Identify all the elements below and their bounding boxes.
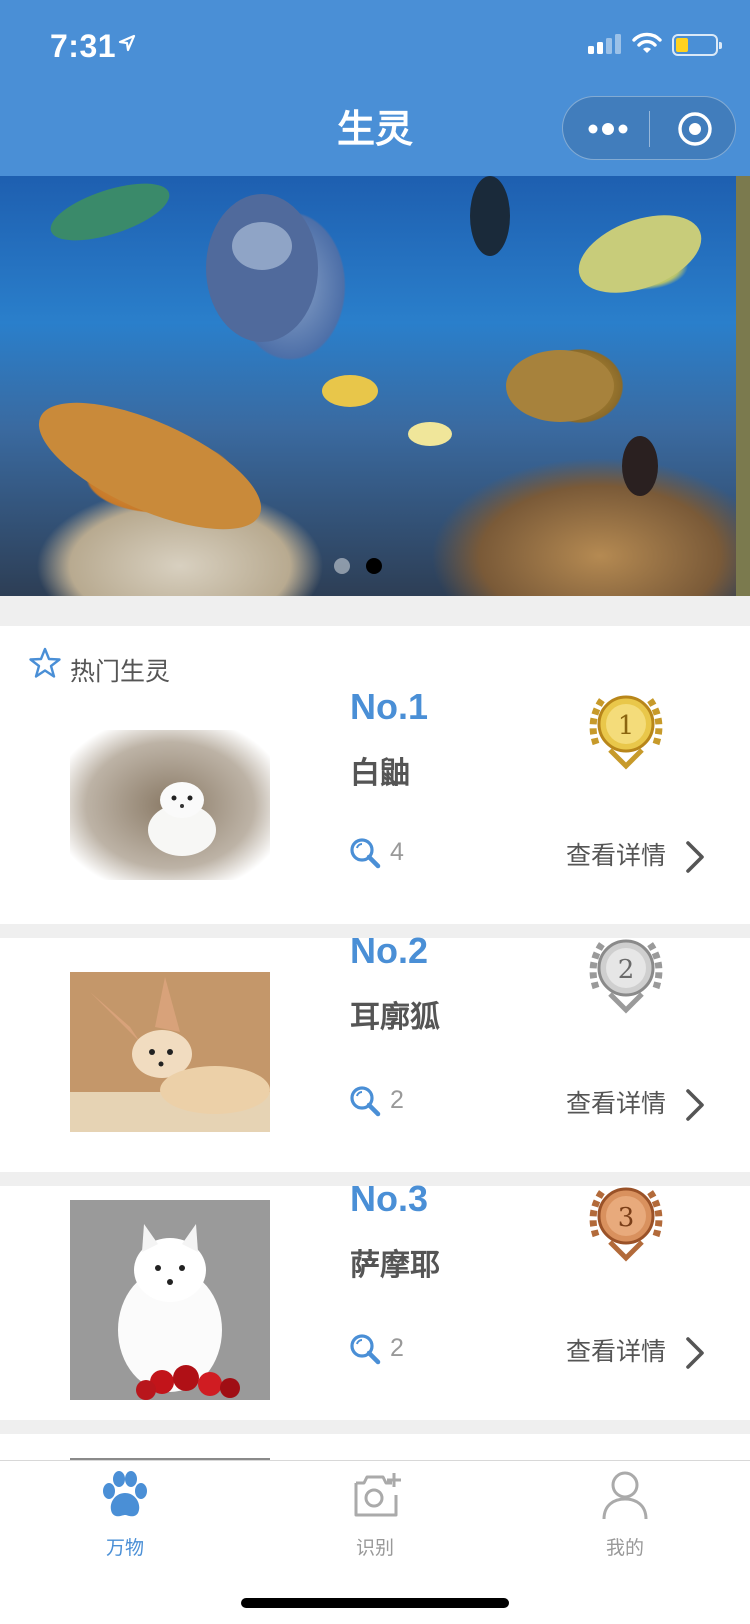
view-details-link[interactable]: 查看详情 [566, 836, 666, 872]
animal-card[interactable]: No.1 白鼬 1 4 查看详情 [0, 686, 750, 924]
view-details-link[interactable]: 查看详情 [566, 1332, 666, 1368]
animal-card-partial[interactable] [0, 1434, 750, 1462]
view-count: 2 [390, 1334, 404, 1362]
carousel-dot-2[interactable] [366, 558, 382, 574]
status-time: 7:31 [50, 28, 117, 64]
chevron-right-icon[interactable] [684, 840, 706, 874]
rank-label: No.3 [350, 1178, 429, 1219]
home-indicator [241, 1598, 509, 1608]
section-title: 热门生灵 [70, 657, 171, 686]
card-divider [0, 1420, 750, 1434]
wifi-icon [632, 32, 662, 53]
rank-label: No.1 [350, 686, 429, 727]
animal-photo [70, 972, 270, 1132]
gold-medal-icon: 1 [589, 695, 663, 770]
star-icon [29, 647, 61, 678]
close-target-button[interactable] [675, 109, 715, 149]
chevron-right-icon[interactable] [684, 1088, 706, 1122]
tab-label: 识别 [355, 1537, 394, 1559]
mini-program-capsule [562, 96, 736, 160]
tab-shibie[interactable]: 识别 [250, 1461, 500, 1571]
silver-medal-icon: 2 [589, 939, 663, 1014]
animal-photo [70, 730, 270, 880]
animal-name: 白鼬 [350, 756, 410, 791]
animal-card[interactable]: No.3 萨摩耶 3 2 查看详情 [0, 1178, 750, 1420]
battery-icon [672, 34, 722, 56]
animal-card[interactable]: No.2 耳廓狐 2 2 查看详情 [0, 930, 750, 1172]
bronze-medal-icon: 3 [589, 1187, 663, 1262]
location-arrow-icon [118, 34, 136, 52]
user-icon [602, 1471, 648, 1520]
view-details-link[interactable]: 查看详情 [566, 1084, 666, 1120]
tab-label: 我的 [605, 1537, 644, 1559]
view-count: 2 [390, 1086, 404, 1114]
search-icon [350, 1086, 381, 1117]
animal-photo [70, 1200, 270, 1400]
banner-carousel[interactable] [0, 176, 750, 596]
medal-number: 3 [618, 1203, 635, 1233]
battery-level [676, 38, 688, 52]
tab-wode[interactable]: 我的 [500, 1461, 750, 1571]
animal-name: 萨摩耶 [350, 1248, 440, 1283]
search-icon [350, 1334, 381, 1365]
more-button[interactable] [587, 119, 629, 139]
capsule-divider [649, 111, 650, 147]
animal-name: 耳廓狐 [350, 1000, 440, 1035]
nav-header: 7:31 生灵 [0, 0, 750, 176]
view-count: 4 [390, 838, 404, 866]
search-icon [350, 838, 381, 869]
carousel-dot-1[interactable] [334, 558, 350, 574]
cellular-signal-icon [588, 34, 621, 54]
medal-number: 2 [618, 955, 635, 985]
medal-number: 1 [618, 711, 635, 741]
section-divider [0, 596, 750, 626]
banner-next-slide-peek [736, 176, 750, 596]
tab-wanwu[interactable]: 万物 [0, 1461, 250, 1571]
paw-icon [103, 1471, 147, 1517]
banner-image [38, 176, 702, 530]
rank-label: No.2 [350, 930, 429, 971]
camera-add-icon [354, 1473, 401, 1517]
tab-label: 万物 [105, 1537, 144, 1559]
chevron-right-icon[interactable] [684, 1336, 706, 1370]
